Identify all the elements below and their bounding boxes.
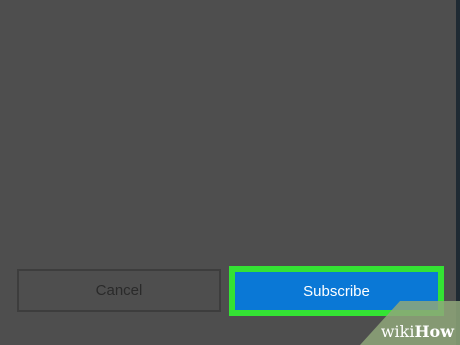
cancel-button[interactable]: Cancel: [17, 269, 221, 312]
watermark-text: wikiHow: [381, 322, 454, 341]
watermark-how: How: [414, 322, 454, 341]
wikihow-watermark: wikiHow: [360, 301, 460, 345]
watermark-wiki: wiki: [380, 322, 415, 341]
dialog-background: Cancel Subscribe: [0, 0, 460, 345]
